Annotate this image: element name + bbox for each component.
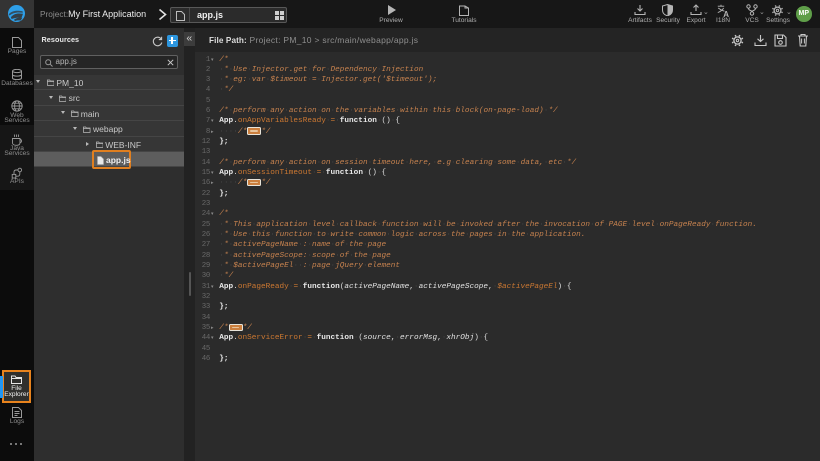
svg-text:A: A bbox=[723, 9, 729, 16]
